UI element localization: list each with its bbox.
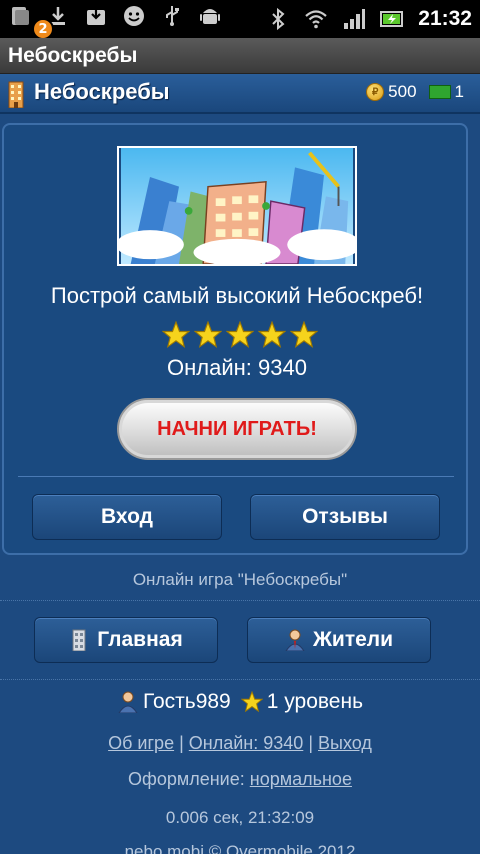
residents-button-label: Жители <box>312 628 394 651</box>
link-separator: | <box>179 733 184 753</box>
design-label: Оформление: <box>128 769 245 789</box>
coin-count: 500 <box>388 82 417 101</box>
status-clock: 21:32 <box>418 7 472 30</box>
coin-icon: ₽ <box>366 83 385 101</box>
game-caption: Онлайн игра "Небоскребы" <box>132 570 348 589</box>
user-name[interactable]: Гость989 <box>143 690 231 714</box>
rating-stars <box>162 321 318 349</box>
game-header: Небоскребы ₽ 500 1 <box>0 74 480 114</box>
notification-stack-icon <box>8 4 32 28</box>
game-title: Небоскребы <box>34 79 170 104</box>
residents-button[interactable]: Жители <box>247 617 431 663</box>
home-button-label: Главная <box>97 628 183 651</box>
link-separator: | <box>308 733 313 753</box>
home-button[interactable]: Главная <box>34 617 218 663</box>
cash-count: 1 <box>454 82 464 101</box>
signal-icon <box>342 7 366 31</box>
skyscraper-icon <box>8 81 24 108</box>
online-link[interactable]: Онлайн: 9340 <box>189 733 304 753</box>
cash-icon <box>428 85 451 99</box>
currency-display: ₽ 500 1 <box>366 82 464 102</box>
star-icon <box>290 321 318 349</box>
design-setting: Оформление: нормальное <box>0 769 480 790</box>
wifi-icon <box>304 7 328 31</box>
building-icon <box>72 629 86 651</box>
divider <box>0 600 480 601</box>
level-star-icon <box>240 691 263 713</box>
resident-icon <box>285 629 305 651</box>
user-avatar-icon <box>118 691 138 713</box>
game-tagline: Построй самый высокий Небоскреб! <box>50 283 424 308</box>
copyright-footer: nebo.mobi © Overmobile 2012 <box>124 842 356 854</box>
usb-icon <box>160 4 184 28</box>
bluetooth-icon <box>266 7 290 31</box>
start-playing-button[interactable]: НАЧНИ ИГРАТЬ! <box>117 398 357 460</box>
panel-divider <box>18 476 454 477</box>
status-bar: 2 21:32 <box>0 0 480 40</box>
start-playing-label: НАЧНИ ИГРАТЬ! <box>157 417 317 440</box>
online-count: Онлайн: 9340 <box>167 355 307 380</box>
app-title: Небоскребы <box>8 44 138 67</box>
app-title-bar: Небоскребы <box>0 38 480 74</box>
game-banner-image <box>117 146 357 266</box>
download-box-icon <box>84 4 108 28</box>
notification-count-badge: 2 <box>32 18 54 40</box>
star-icon <box>194 321 222 349</box>
user-info: Гость989 1 уровень <box>0 690 480 714</box>
user-level: 1 уровень <box>266 690 364 713</box>
divider <box>0 679 480 680</box>
design-value-link[interactable]: нормальное <box>250 769 352 789</box>
main-panel: Построй самый высокий Небоскреб! Онлайн:… <box>2 123 468 555</box>
reviews-button[interactable]: Отзывы <box>250 494 440 540</box>
smiley-icon <box>122 4 146 28</box>
login-button[interactable]: Вход <box>32 494 222 540</box>
star-icon <box>162 321 190 349</box>
star-icon <box>226 321 254 349</box>
about-game-link[interactable]: Об игре <box>108 733 174 753</box>
battery-charging-icon <box>380 7 404 31</box>
render-timing: 0.006 сек, 21:32:09 <box>165 808 315 827</box>
footer-links: Об игре | Онлайн: 9340 | Выход <box>0 733 480 754</box>
logout-link[interactable]: Выход <box>318 733 372 753</box>
star-icon <box>258 321 286 349</box>
android-icon <box>198 4 222 28</box>
